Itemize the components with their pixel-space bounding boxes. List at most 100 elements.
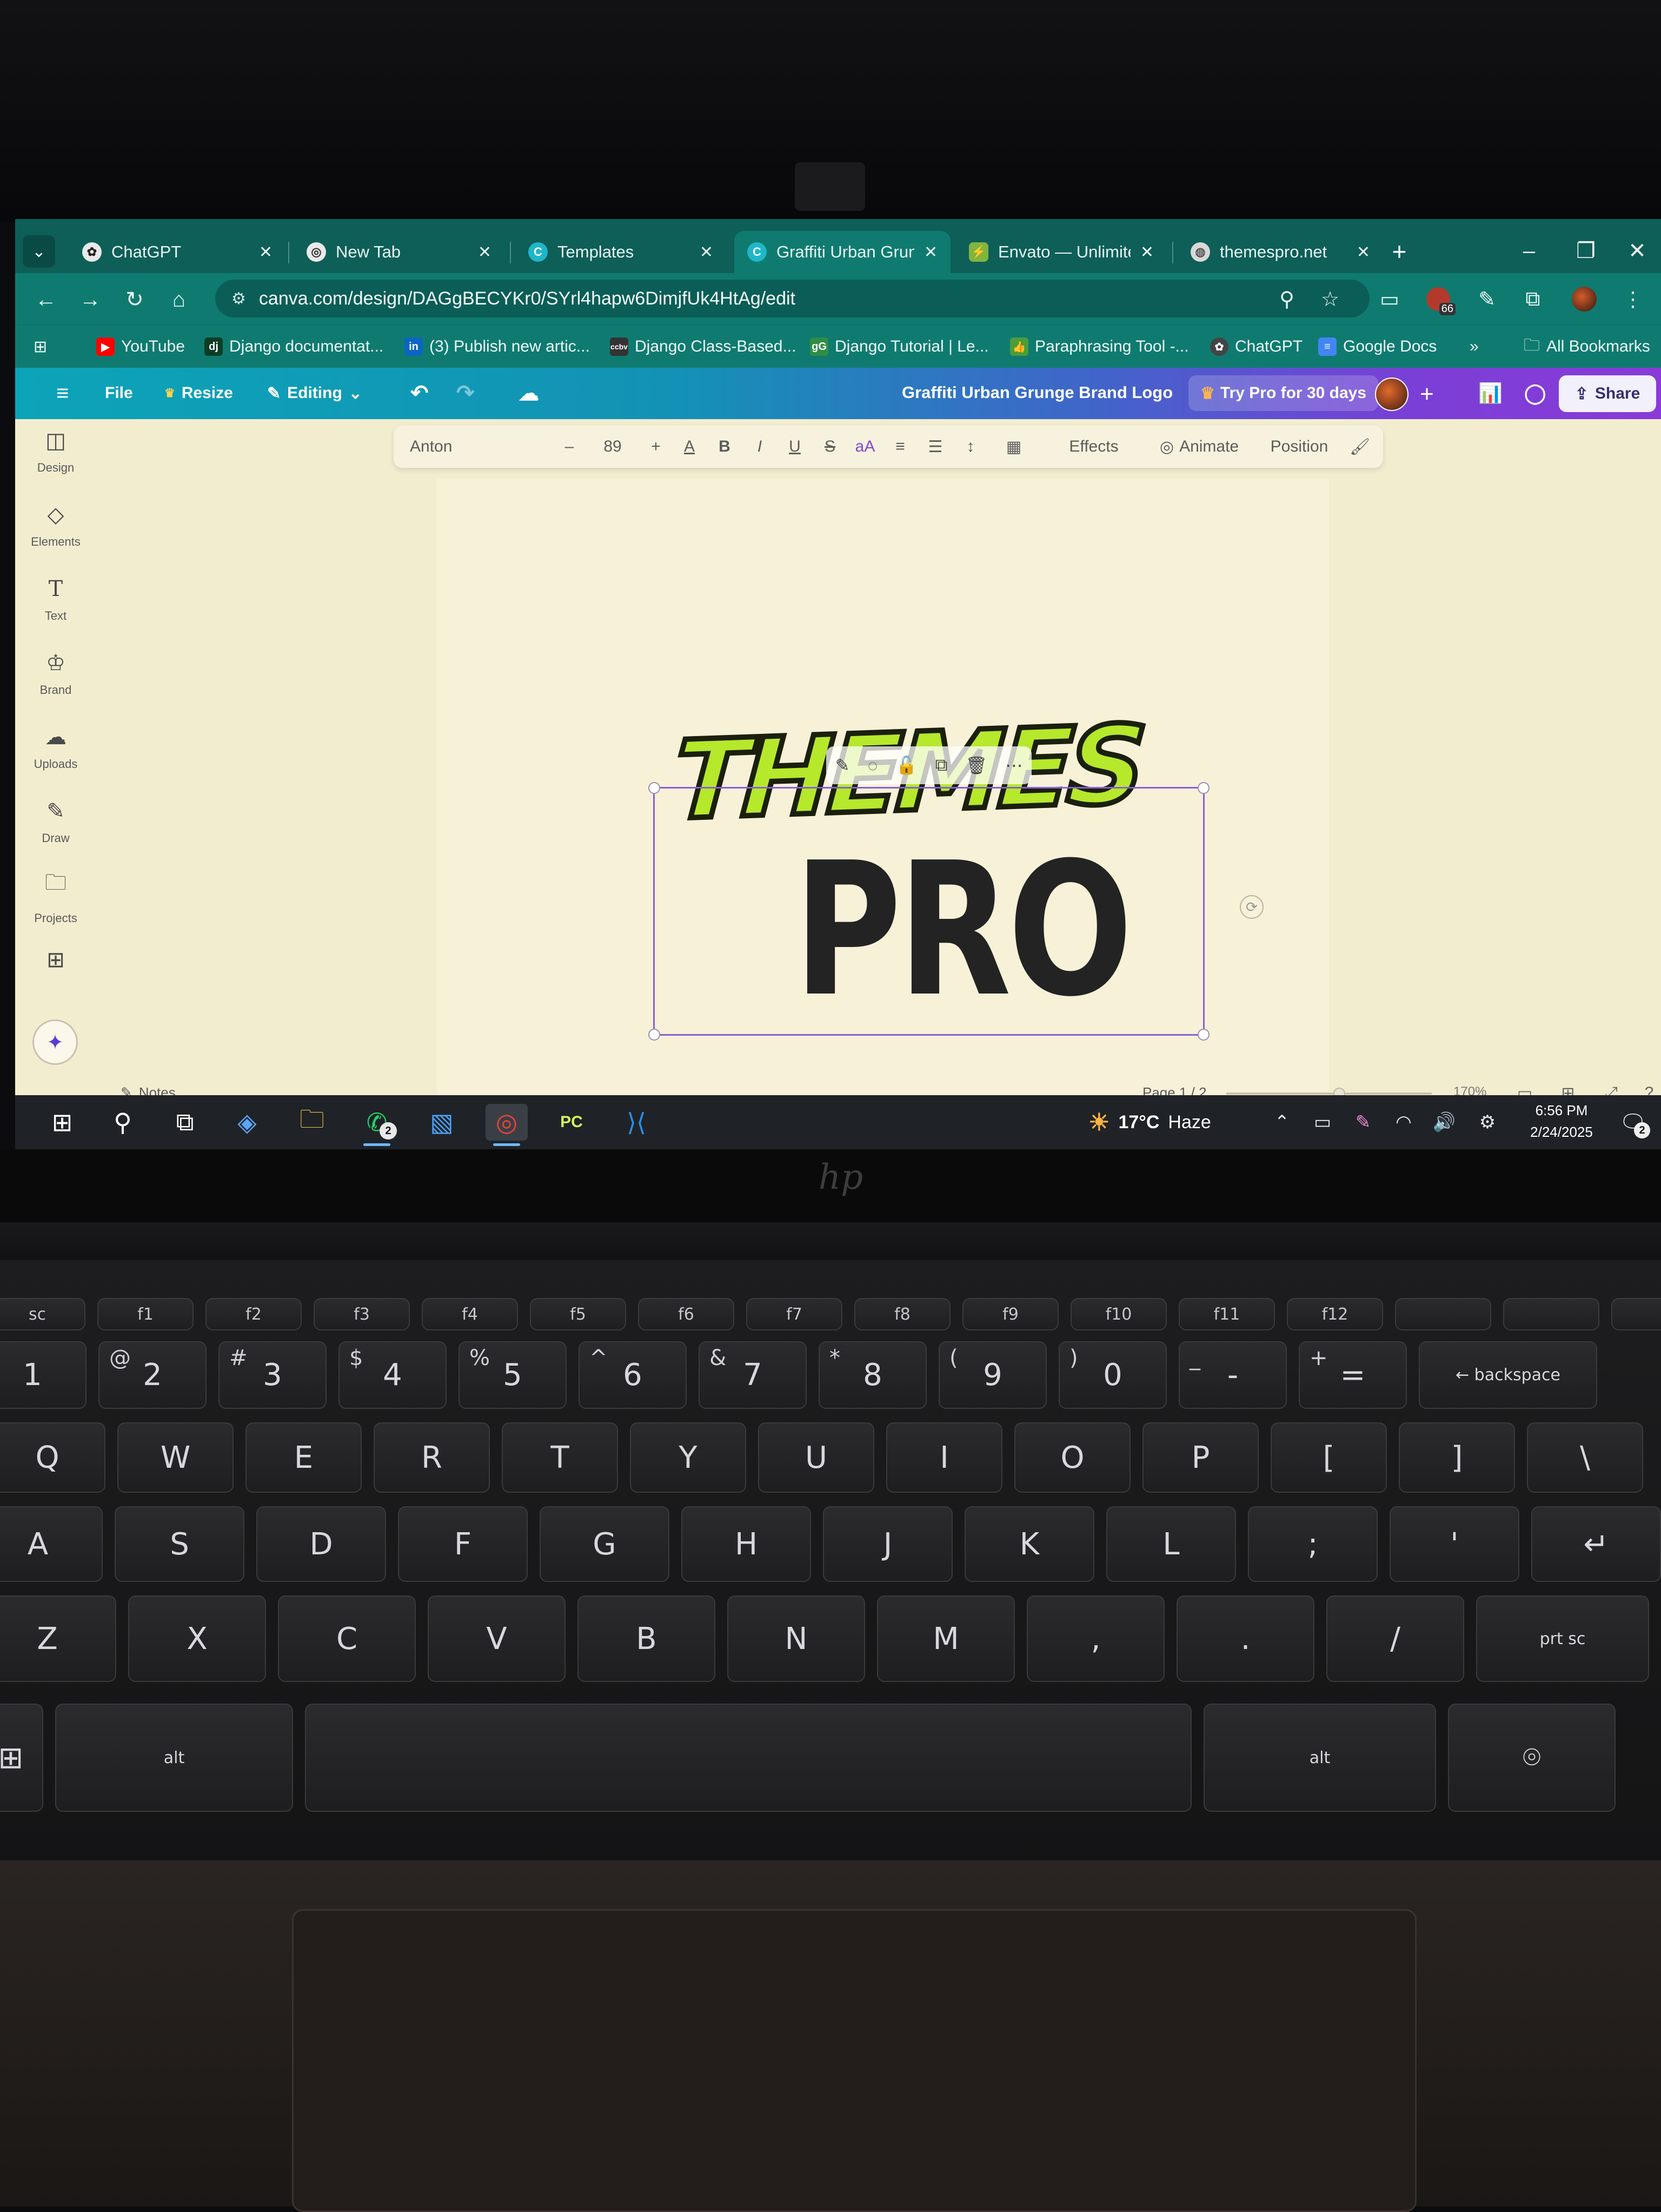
keyboard-key[interactable]: Z [0,1595,116,1682]
keyboard-key[interactable]: f10 [1071,1298,1167,1330]
keyboard-key[interactable]: alt [1204,1704,1436,1812]
touchpad[interactable] [292,1909,1417,2212]
task-view-icon[interactable]: ⧉ [164,1104,206,1141]
keyboard-key[interactable]: f2 [205,1298,302,1330]
keyboard-key[interactable]: = + [1299,1341,1407,1409]
profile-avatar[interactable] [1567,282,1602,316]
magic-edit-icon[interactable]: ✎ [835,755,850,776]
reload-button[interactable]: ↻ [118,283,151,316]
keyboard-key[interactable]: sc [0,1298,85,1330]
keyboard-key[interactable]: R [374,1422,490,1493]
menu-kebab-icon[interactable]: ⋮ [1616,282,1650,316]
battery-icon[interactable]: ▭ [1307,1107,1338,1137]
align-center-icon[interactable]: ≡ [886,432,915,461]
nav-projects[interactable]: 🗀 Projects [21,864,91,929]
site-info-icon[interactable]: ⚙ [231,289,246,308]
keyboard-key[interactable]: A [0,1506,103,1582]
bookmark-google-docs[interactable]: ≡ Google Docs [1318,333,1437,361]
keyboard-key[interactable]: ⊞ [0,1704,43,1812]
nav-design[interactable]: ◫ Design [21,419,91,484]
trash-icon[interactable]: 🗑 [966,755,988,776]
letter-case-icon[interactable]: aA [851,432,880,461]
keyboard-key[interactable]: 7 & [699,1341,807,1409]
tab-themespro[interactable]: ◍ themespro.net ✕ [1178,231,1383,273]
spacing-icon[interactable]: ↕ [956,432,985,461]
resize-handle[interactable] [1198,1029,1210,1041]
bookmark-django-docs[interactable]: dj Django documentat... [204,333,383,361]
strikethrough-icon[interactable]: S [815,432,845,461]
keyboard-key[interactable] [1395,1298,1491,1330]
keyboard-key[interactable]: \ [1527,1422,1643,1493]
selection-box[interactable] [648,782,1210,1041]
tab-envato[interactable]: ⚡ Envato — Unlimite ✕ [956,231,1167,273]
keyboard-key[interactable]: L [1106,1506,1236,1582]
keyboard-key[interactable]: 9( [939,1341,1047,1409]
bookmark-gfg[interactable]: gG Django Tutorial | Le... [810,333,989,361]
italic-icon[interactable]: I [745,432,774,461]
volume-icon[interactable]: 🔊 [1429,1107,1459,1137]
resize-handle[interactable] [1198,782,1210,794]
bookmark-star-icon[interactable]: ☆ [1313,282,1347,316]
keyboard-key[interactable]: 5% [459,1341,567,1409]
more-icon[interactable]: ⋯ [1005,755,1022,776]
whatsapp-icon[interactable]: ✆ 2 [356,1104,398,1146]
position-button[interactable]: Position [1259,432,1340,461]
keyboard-key[interactable]: f3 [314,1298,410,1330]
home-button[interactable]: ⌂ [162,283,196,316]
keyboard-key[interactable]: f4 [422,1298,518,1330]
keyboard-key[interactable]: I [886,1422,1002,1493]
search-icon[interactable]: ⚲ [102,1104,144,1141]
restore-button[interactable]: ❐ [1562,232,1610,270]
animate-button[interactable]: ◎ Animate [1145,432,1253,461]
close-icon[interactable]: ✕ [924,243,938,262]
zoom-slider[interactable] [1226,1092,1432,1095]
close-icon[interactable]: ✕ [1140,243,1154,262]
keyboard-key[interactable]: G [540,1506,669,1582]
keyboard-key[interactable]: ↵ [1531,1506,1661,1582]
keyboard-key[interactable] [305,1704,1192,1812]
extension-icon[interactable]: 66 [1421,282,1456,316]
keyboard-key[interactable]: ; [1248,1506,1378,1582]
keyboard-key[interactable]: P [1142,1422,1259,1493]
bookmark-ccbv[interactable]: ccbv Django Class-Based... [610,333,796,361]
new-tab-button[interactable]: + [1383,235,1416,268]
file-menu-button[interactable]: File [96,375,142,411]
nav-uploads[interactable]: ☁ Uploads [21,716,91,780]
keyboard-key[interactable]: f11 [1179,1298,1275,1330]
editing-mode-dropdown[interactable]: ✎ Editing ⌄ [258,375,371,411]
minimize-button[interactable]: – [1505,232,1553,270]
lock-icon[interactable]: 🔓 [896,755,918,776]
font-family-selector[interactable]: Anton [404,432,545,461]
bookmark-quillbot[interactable]: 👍 Paraphrasing Tool -... [1010,333,1189,361]
file-explorer-icon[interactable]: 🗀 [291,1104,333,1141]
forward-button[interactable]: → [74,283,107,316]
keyboard-key[interactable]: prt sc [1476,1595,1649,1682]
bookmark-youtube[interactable]: ▶ YouTube [96,333,185,361]
keyboard-key[interactable]: B [577,1595,715,1682]
keyboard-key[interactable]: ⌾ [1448,1704,1616,1812]
keyboard-key[interactable]: 8 * [819,1341,927,1409]
pen-icon[interactable]: ✎ [1470,282,1504,316]
keyboard-key[interactable]: f9 [962,1298,1059,1330]
nav-text[interactable]: T Text [21,567,91,632]
keyboard-key[interactable]: f12 [1287,1298,1383,1330]
magic-assistant-button[interactable]: ✦ [32,1019,78,1065]
keyboard-key[interactable]: X [128,1595,266,1682]
effects-button[interactable]: Effects [1053,432,1134,461]
tab-chatgpt[interactable]: ✿ ChatGPT ✕ [69,231,285,273]
all-bookmarks-button[interactable]: 🗀 All Bookmarks [1524,333,1650,361]
text-color-icon[interactable]: A [675,432,704,461]
keyboard-key[interactable]: / [1326,1595,1464,1682]
underline-icon[interactable]: U [780,432,809,461]
keyboard-key[interactable]: 1! [0,1341,87,1409]
pen-icon[interactable]: ✎ [1348,1107,1378,1137]
more-bookmarks-button[interactable]: » [1470,333,1479,361]
avatar[interactable] [1375,378,1408,411]
copy-style-icon[interactable]: 🖌 [1345,432,1374,461]
wifi-icon[interactable]: ◠ [1388,1107,1419,1137]
keyboard-key[interactable]: 0) [1059,1341,1167,1409]
keyboard-key[interactable]: D [256,1506,386,1582]
extensions-puzzle-icon[interactable]: ⧉ [1516,282,1550,316]
keyboard-key[interactable]: W [117,1422,234,1493]
keyboard-key[interactable]: . [1177,1595,1314,1682]
